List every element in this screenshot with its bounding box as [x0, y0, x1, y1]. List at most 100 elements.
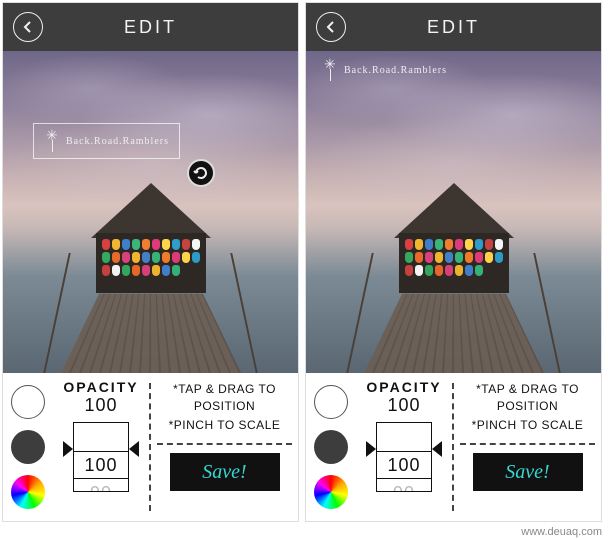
buoy	[182, 252, 190, 263]
tips-column: *TAP & DRAG TO POSITION *PINCH TO SCALE …	[454, 373, 601, 521]
opacity-value: 100	[387, 395, 420, 416]
buoy	[182, 239, 190, 250]
controls-panel: OPACITY 100 100 90 *TAP & DRAG TO POSITI…	[3, 373, 298, 521]
buoy	[465, 265, 473, 276]
buoy	[455, 265, 463, 276]
buoy	[142, 265, 150, 276]
save-button[interactable]: Save!	[170, 453, 280, 491]
opacity-picker[interactable]: 100 90	[376, 422, 432, 492]
buoy	[435, 252, 443, 263]
tip-drag: *TAP & DRAG TO POSITION	[460, 381, 595, 415]
buoy	[152, 239, 160, 250]
buoy	[132, 252, 140, 263]
save-button[interactable]: Save!	[473, 453, 583, 491]
pier-house	[96, 233, 206, 293]
buoy	[172, 265, 180, 276]
buoy	[445, 252, 453, 263]
house-roof	[394, 183, 514, 238]
swatch-white[interactable]	[11, 385, 45, 419]
opacity-column: OPACITY 100 100 90	[356, 373, 452, 521]
buoy	[152, 265, 160, 276]
buoy	[142, 252, 150, 263]
back-button[interactable]	[13, 12, 43, 42]
rail-right	[533, 253, 561, 373]
header-title: EDIT	[427, 17, 480, 38]
buoy	[405, 239, 413, 250]
pier-house	[399, 233, 509, 293]
opacity-value: 100	[84, 395, 117, 416]
picker-selected: 100	[377, 451, 431, 479]
buoy	[485, 252, 493, 263]
edit-header: EDIT	[3, 3, 298, 51]
buoy	[425, 265, 433, 276]
rail-left	[346, 253, 374, 373]
buoy	[405, 265, 413, 276]
pier-scene	[3, 196, 298, 373]
buoy	[435, 265, 443, 276]
buoy	[122, 252, 130, 263]
buoy	[485, 239, 493, 250]
picker-arrow-right-icon	[432, 441, 442, 457]
chevron-left-icon	[324, 20, 338, 34]
opacity-label: OPACITY	[63, 379, 138, 395]
swatch-white[interactable]	[314, 385, 348, 419]
buoy	[425, 252, 433, 263]
controls-panel: OPACITY 100 100 90 *TAP & DRAG TO POSITI…	[306, 373, 601, 521]
rail-right	[230, 253, 258, 373]
edit-header: EDIT	[306, 3, 601, 51]
buoy	[435, 239, 443, 250]
picker-arrow-right-icon	[129, 441, 139, 457]
picker-selected: 100	[74, 451, 128, 479]
buoy	[475, 252, 483, 263]
buoy	[172, 252, 180, 263]
buoy	[142, 239, 150, 250]
buoy	[465, 239, 473, 250]
house-roof	[91, 183, 211, 238]
image-canvas[interactable]: Back.Road.Ramblers	[3, 51, 298, 373]
buoy	[162, 239, 170, 250]
swatch-black[interactable]	[11, 430, 45, 464]
swatch-color-wheel[interactable]	[314, 475, 348, 509]
color-swatches	[306, 373, 356, 521]
watermark-overlay[interactable]: Back.Road.Ramblers	[322, 59, 447, 81]
opacity-label: OPACITY	[366, 379, 441, 395]
rotate-handle[interactable]	[187, 159, 215, 187]
phone-screen-right: EDIT Back.Road.Ramblers	[305, 2, 602, 522]
buoy	[465, 252, 473, 263]
buoy	[495, 239, 503, 250]
buoy	[445, 239, 453, 250]
rotate-icon	[193, 165, 209, 181]
watermark-text: Back.Road.Ramblers	[344, 65, 447, 76]
opacity-picker[interactable]: 100 90	[73, 422, 129, 492]
buoy	[415, 252, 423, 263]
picker-arrow-left-icon	[63, 441, 73, 457]
buoy	[172, 239, 180, 250]
buoy	[162, 252, 170, 263]
swatch-color-wheel[interactable]	[11, 475, 45, 509]
watermark-overlay[interactable]: Back.Road.Ramblers	[33, 123, 180, 159]
opacity-column: OPACITY 100 100 90	[53, 373, 149, 521]
buoy	[192, 252, 200, 263]
image-canvas[interactable]: Back.Road.Ramblers	[306, 51, 601, 373]
header-title: EDIT	[124, 17, 177, 38]
save-label: Save!	[505, 461, 549, 484]
dual-screenshot-container: EDIT Back.Road.Ramblers	[0, 0, 608, 524]
horizontal-divider	[460, 443, 595, 445]
save-label: Save!	[202, 461, 246, 484]
picker-blank	[74, 423, 128, 451]
buoy	[495, 252, 503, 263]
buoy	[475, 239, 483, 250]
buoy	[112, 239, 120, 250]
buoy	[102, 265, 110, 276]
buoy	[415, 265, 423, 276]
buoy	[425, 239, 433, 250]
color-swatches	[3, 373, 53, 521]
watermark-tree-icon	[322, 59, 340, 81]
swatch-black[interactable]	[314, 430, 348, 464]
buoy-wall	[405, 239, 503, 287]
buoy	[102, 239, 110, 250]
buoy	[192, 239, 200, 250]
buoy	[405, 252, 413, 263]
back-button[interactable]	[316, 12, 346, 42]
buoy	[455, 252, 463, 263]
